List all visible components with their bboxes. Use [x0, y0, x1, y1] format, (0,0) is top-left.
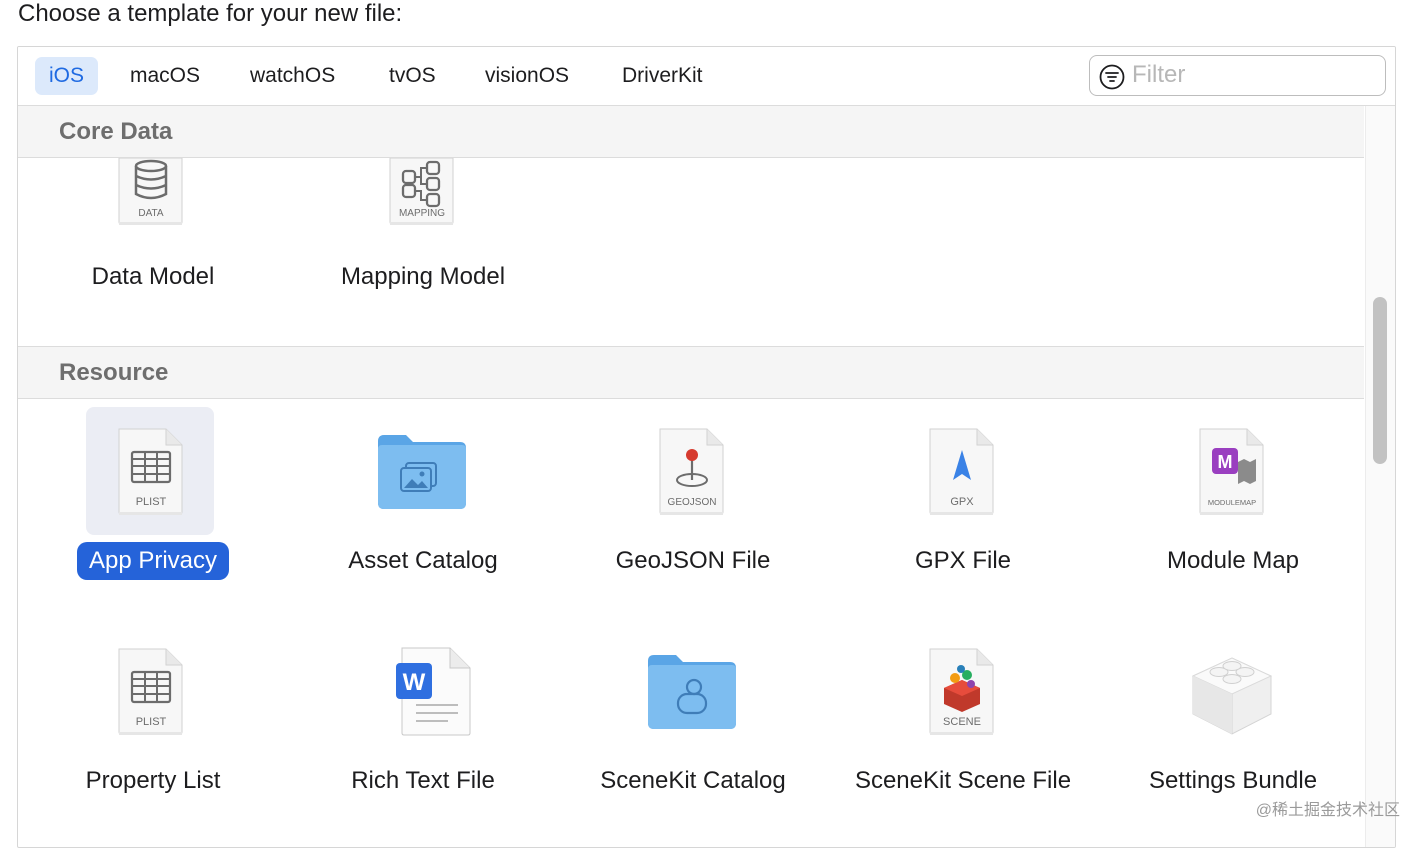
icon-caption: DATA [138, 208, 164, 219]
template-label: GPX File [828, 542, 1098, 580]
template-label-text: SceneKit Catalog [600, 767, 786, 794]
template-property-list[interactable]: PLIST Property List [18, 627, 288, 847]
platform-tab-bar: iOS macOS watchOS tvOS visionOS DriverKi… [18, 47, 1395, 106]
template-label-text: SceneKit Scene File [854, 767, 1072, 794]
gpx-document-icon: GPX [929, 428, 994, 515]
filter-icon [1099, 64, 1125, 90]
icon-caption: GPX [950, 496, 974, 508]
template-label-text: Rich Text File [351, 767, 495, 794]
scrollbar-track[interactable] [1365, 106, 1395, 847]
tab-ios[interactable]: iOS [35, 57, 99, 95]
svg-text:M: M [1218, 452, 1233, 472]
template-label-text: Settings Bundle [1148, 767, 1318, 794]
icon-caption: MODULEMAP [1208, 498, 1256, 507]
template-scenekit-scene-file[interactable]: SCENE SceneKit Scene File [828, 627, 1098, 847]
icon-caption: MAPPING [399, 208, 445, 219]
word-document-icon: W [396, 647, 471, 736]
template-label: SceneKit Catalog [558, 762, 828, 800]
template-label: Settings Bundle [1098, 762, 1364, 800]
template-module-map[interactable]: M MODULEMAP Module Map [1098, 407, 1364, 597]
section-header-resource: Resource [18, 347, 1364, 399]
mapping-document-icon: MAPPING [389, 158, 454, 225]
tab-macos[interactable]: macOS [116, 57, 214, 95]
template-label: Rich Text File [288, 762, 558, 800]
template-scenekit-catalog[interactable]: SceneKit Catalog [558, 627, 828, 847]
template-label-text: GPX File [914, 547, 1012, 574]
template-data-model[interactable]: DATA Data Model [18, 158, 288, 338]
svg-text:W: W [403, 669, 426, 696]
icon-caption: PLIST [136, 716, 167, 728]
template-label: SceneKit Scene File [828, 762, 1098, 800]
geojson-document-icon: GEOJSON [659, 428, 724, 515]
template-label-text: App Privacy [76, 542, 230, 580]
modulemap-document-icon: M MODULEMAP [1199, 428, 1264, 515]
template-app-privacy[interactable]: PLIST App Privacy [18, 407, 288, 597]
template-label: Data Model [18, 258, 288, 296]
scrollbar-thumb[interactable] [1373, 297, 1387, 464]
template-label: Property List [18, 762, 288, 800]
template-mapping-model[interactable]: MAPPING Mapping Model [288, 158, 558, 338]
template-label: Asset Catalog [288, 542, 558, 580]
filter-field[interactable] [1089, 55, 1386, 96]
section-header-core-data: Core Data [18, 106, 1364, 158]
page-title: Choose a template for your new file: [18, 0, 403, 27]
template-list[interactable]: Core Data DATA Data Model MAPPING Mappin… [18, 106, 1364, 847]
template-label-text: GeoJSON File [615, 547, 771, 574]
template-label-text: Module Map [1166, 547, 1300, 574]
section-title: Core Data [59, 118, 173, 145]
plist-document-icon: PLIST [118, 428, 183, 515]
plist-document-icon: PLIST [118, 648, 183, 735]
tab-driverkit[interactable]: DriverKit [608, 57, 717, 95]
watermark: @稀土掘金技术社区 [1255, 802, 1400, 819]
template-label: App Privacy [18, 542, 288, 580]
template-label-text: Data Model [91, 263, 215, 290]
icon-caption: GEOJSON [668, 497, 717, 508]
filter-input[interactable] [1132, 60, 1372, 90]
template-rich-text-file[interactable]: W Rich Text File [288, 627, 558, 847]
template-label-text: Asset Catalog [348, 547, 498, 574]
scene-document-icon: SCENE [929, 648, 994, 735]
section-title: Resource [59, 359, 169, 386]
data-document-icon: DATA [118, 158, 183, 225]
template-label-text: Mapping Model [340, 263, 506, 290]
asset-folder-icon [378, 435, 466, 509]
lego-brick-icon [1191, 657, 1273, 735]
template-label: Mapping Model [288, 258, 558, 296]
template-label: Module Map [1098, 542, 1364, 580]
tab-watchos[interactable]: watchOS [236, 57, 349, 95]
tab-tvos[interactable]: tvOS [375, 57, 450, 95]
icon-caption: PLIST [136, 496, 167, 508]
template-label: GeoJSON File [558, 542, 828, 580]
icon-caption: SCENE [943, 716, 981, 728]
template-chooser-panel: iOS macOS watchOS tvOS visionOS DriverKi… [17, 46, 1396, 848]
template-asset-catalog[interactable]: Asset Catalog [288, 407, 558, 597]
template-geojson-file[interactable]: GEOJSON GeoJSON File [558, 407, 828, 597]
template-gpx-file[interactable]: GPX GPX File [828, 407, 1098, 597]
tab-visionos[interactable]: visionOS [471, 57, 583, 95]
template-label-text: Property List [85, 767, 221, 794]
scenekit-folder-icon [648, 655, 736, 729]
